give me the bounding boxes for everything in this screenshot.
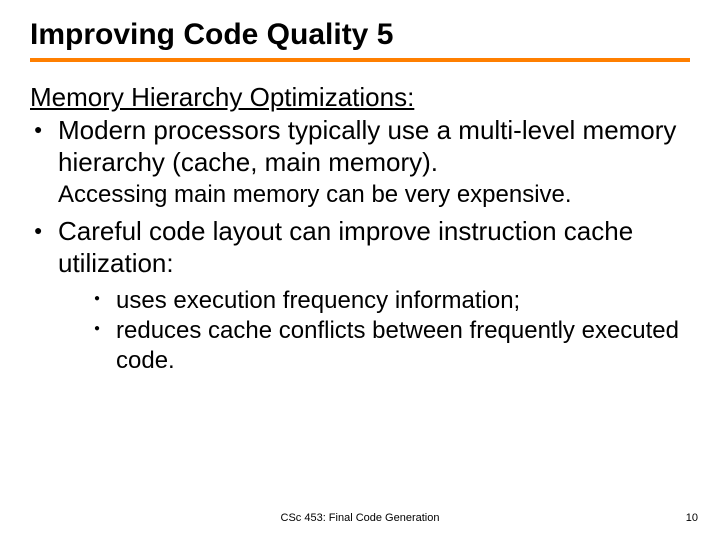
- list-item: Careful code layout can improve instruct…: [30, 216, 690, 375]
- bullet-subtext: Accessing main memory can be very expens…: [58, 180, 690, 210]
- list-item: uses execution frequency information;: [90, 286, 690, 316]
- bullet-text: Careful code layout can improve instruct…: [58, 216, 633, 278]
- bullet-text: Modern processors typically use a multi-…: [58, 115, 676, 177]
- sub-bullet-text: reduces cache conflicts between frequent…: [116, 317, 679, 374]
- slide-title: Improving Code Quality 5: [30, 18, 690, 52]
- title-rule: [30, 58, 690, 62]
- section-heading: Memory Hierarchy Optimizations:: [30, 82, 690, 113]
- slide: Improving Code Quality 5 Memory Hierarch…: [0, 0, 720, 540]
- list-item: Modern processors typically use a multi-…: [30, 115, 690, 210]
- list-item: reduces cache conflicts between frequent…: [90, 316, 690, 376]
- footer-center: CSc 453: Final Code Generation: [0, 512, 720, 524]
- bullet-list: Modern processors typically use a multi-…: [30, 115, 690, 376]
- slide-number: 10: [686, 512, 698, 524]
- sub-bullet-text: uses execution frequency information;: [116, 287, 520, 314]
- sub-bullet-list: uses execution frequency information; re…: [58, 286, 690, 376]
